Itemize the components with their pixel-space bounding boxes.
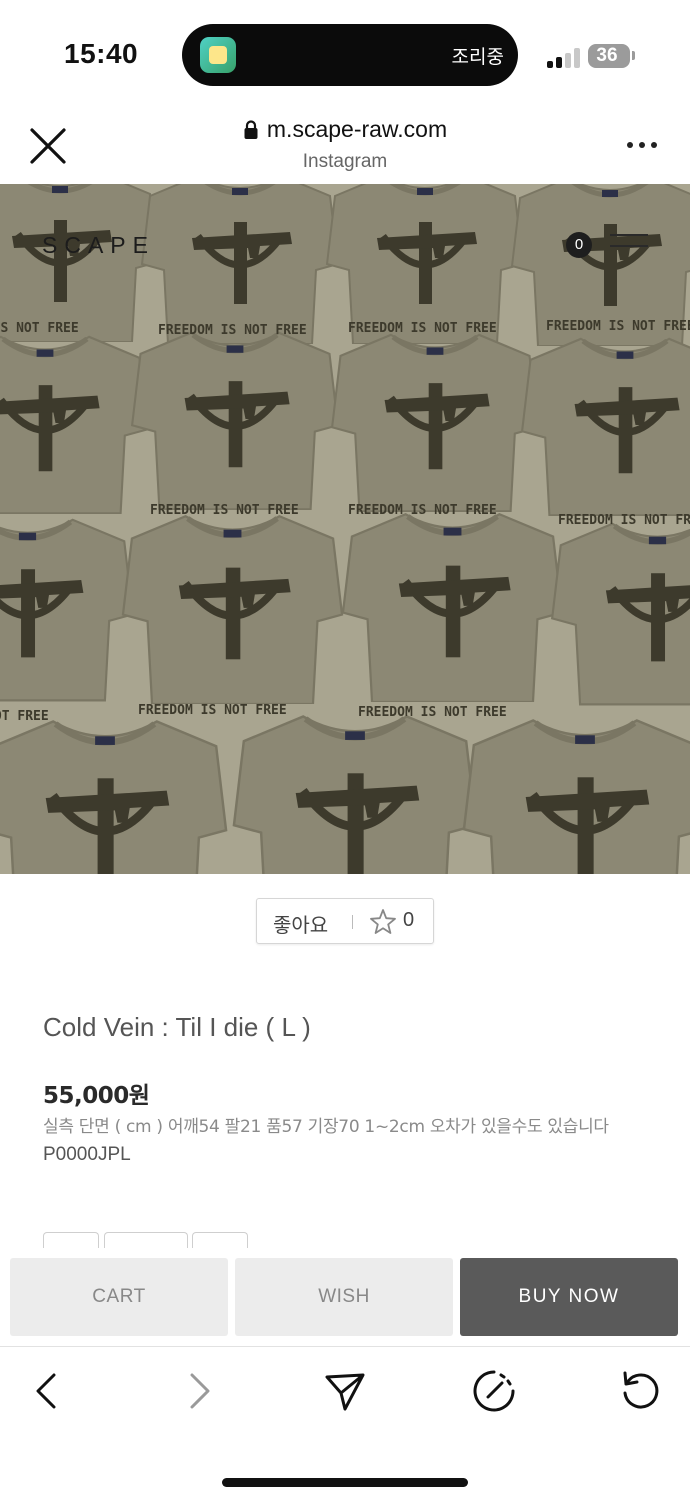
- back-button[interactable]: [24, 1367, 72, 1415]
- battery-cap: [632, 51, 635, 60]
- shirt-print-text: FREEDOM IS NOT FREE: [558, 513, 690, 528]
- compass-icon: [473, 1370, 515, 1412]
- browser-toolbar: [0, 1346, 690, 1500]
- forward-icon: [190, 1373, 210, 1409]
- product-description: 실측 단면 ( cm ) 어깨54 팔21 품57 기장70 1~2cm 오차가…: [43, 1117, 609, 1137]
- shirt-print-text: FREEDOM IS NOT FREE: [0, 321, 79, 336]
- like-button[interactable]: 좋아요 0: [256, 898, 434, 944]
- more-button[interactable]: [624, 130, 660, 160]
- shirt-print-text: FREEDOM IS NOT FREE: [138, 703, 287, 718]
- menu-icon[interactable]: [610, 234, 648, 258]
- product-title: Cold Vein : Til I die ( L ): [43, 1012, 311, 1042]
- like-label: 좋아요: [273, 913, 329, 937]
- url-text[interactable]: m.scape-raw.com: [267, 116, 447, 143]
- signal-icon: [547, 48, 581, 68]
- browser-header: m.scape-raw.com Instagram: [0, 108, 690, 184]
- live-activity-text: 조리중: [451, 46, 504, 68]
- lock-icon: [243, 119, 259, 140]
- product-photo: FREEDOM IS NOT FREE FREEDOM IS NOT FREE …: [0, 184, 690, 874]
- divider: [352, 915, 353, 929]
- close-icon: [30, 128, 66, 164]
- purchase-actions: CART WISH BUY NOW: [0, 1248, 690, 1346]
- source-label: Instagram: [302, 150, 388, 172]
- share-button[interactable]: [321, 1367, 369, 1415]
- shirt-print-text: FREEDOM IS NOT FREE: [348, 503, 497, 518]
- battery-icon: 36: [588, 44, 630, 68]
- status-time: 15:40: [64, 38, 139, 69]
- product-code: P0000JPL: [43, 1144, 131, 1165]
- shirt-print-text: FREEDOM IS NOT FREE: [0, 709, 49, 724]
- status-bar: 15:40 조리중 36: [0, 0, 690, 108]
- shirt-print-text: FREEDOM IS NOT FREE: [546, 319, 690, 334]
- cart-count-badge[interactable]: 0: [566, 232, 592, 258]
- star-icon: [370, 909, 396, 934]
- battery-level: 36: [596, 45, 618, 66]
- product-price: 55,000원: [43, 1083, 150, 1109]
- share-icon: [325, 1373, 365, 1411]
- reload-icon: [623, 1371, 659, 1409]
- home-indicator[interactable]: [222, 1478, 468, 1487]
- product-image[interactable]: FREEDOM IS NOT FREE FREEDOM IS NOT FREE …: [0, 184, 690, 874]
- cart-button[interactable]: CART: [10, 1258, 228, 1336]
- brand-logo[interactable]: SCAPE: [42, 232, 155, 259]
- compass-button[interactable]: [470, 1367, 518, 1415]
- shirt-print-text: FREEDOM IS NOT FREE: [358, 705, 507, 720]
- address-area[interactable]: m.scape-raw.com Instagram: [0, 116, 690, 173]
- buy-now-button[interactable]: BUY NOW: [460, 1258, 678, 1336]
- more-icon: [627, 142, 633, 148]
- back-icon: [36, 1373, 56, 1409]
- close-button[interactable]: [26, 124, 70, 168]
- shirt-print-text: FREEDOM IS NOT FREE: [150, 503, 299, 518]
- dynamic-island[interactable]: 조리중: [182, 24, 518, 86]
- wish-button[interactable]: WISH: [235, 1258, 453, 1336]
- reload-button[interactable]: [617, 1367, 665, 1415]
- forward-button[interactable]: [174, 1367, 222, 1415]
- shirt-print-text: FREEDOM IS NOT FREE: [158, 323, 307, 338]
- like-count: 0: [403, 909, 415, 931]
- shirt-print-text: FREEDOM IS NOT FREE: [348, 321, 497, 336]
- app-icon[interactable]: [200, 37, 236, 73]
